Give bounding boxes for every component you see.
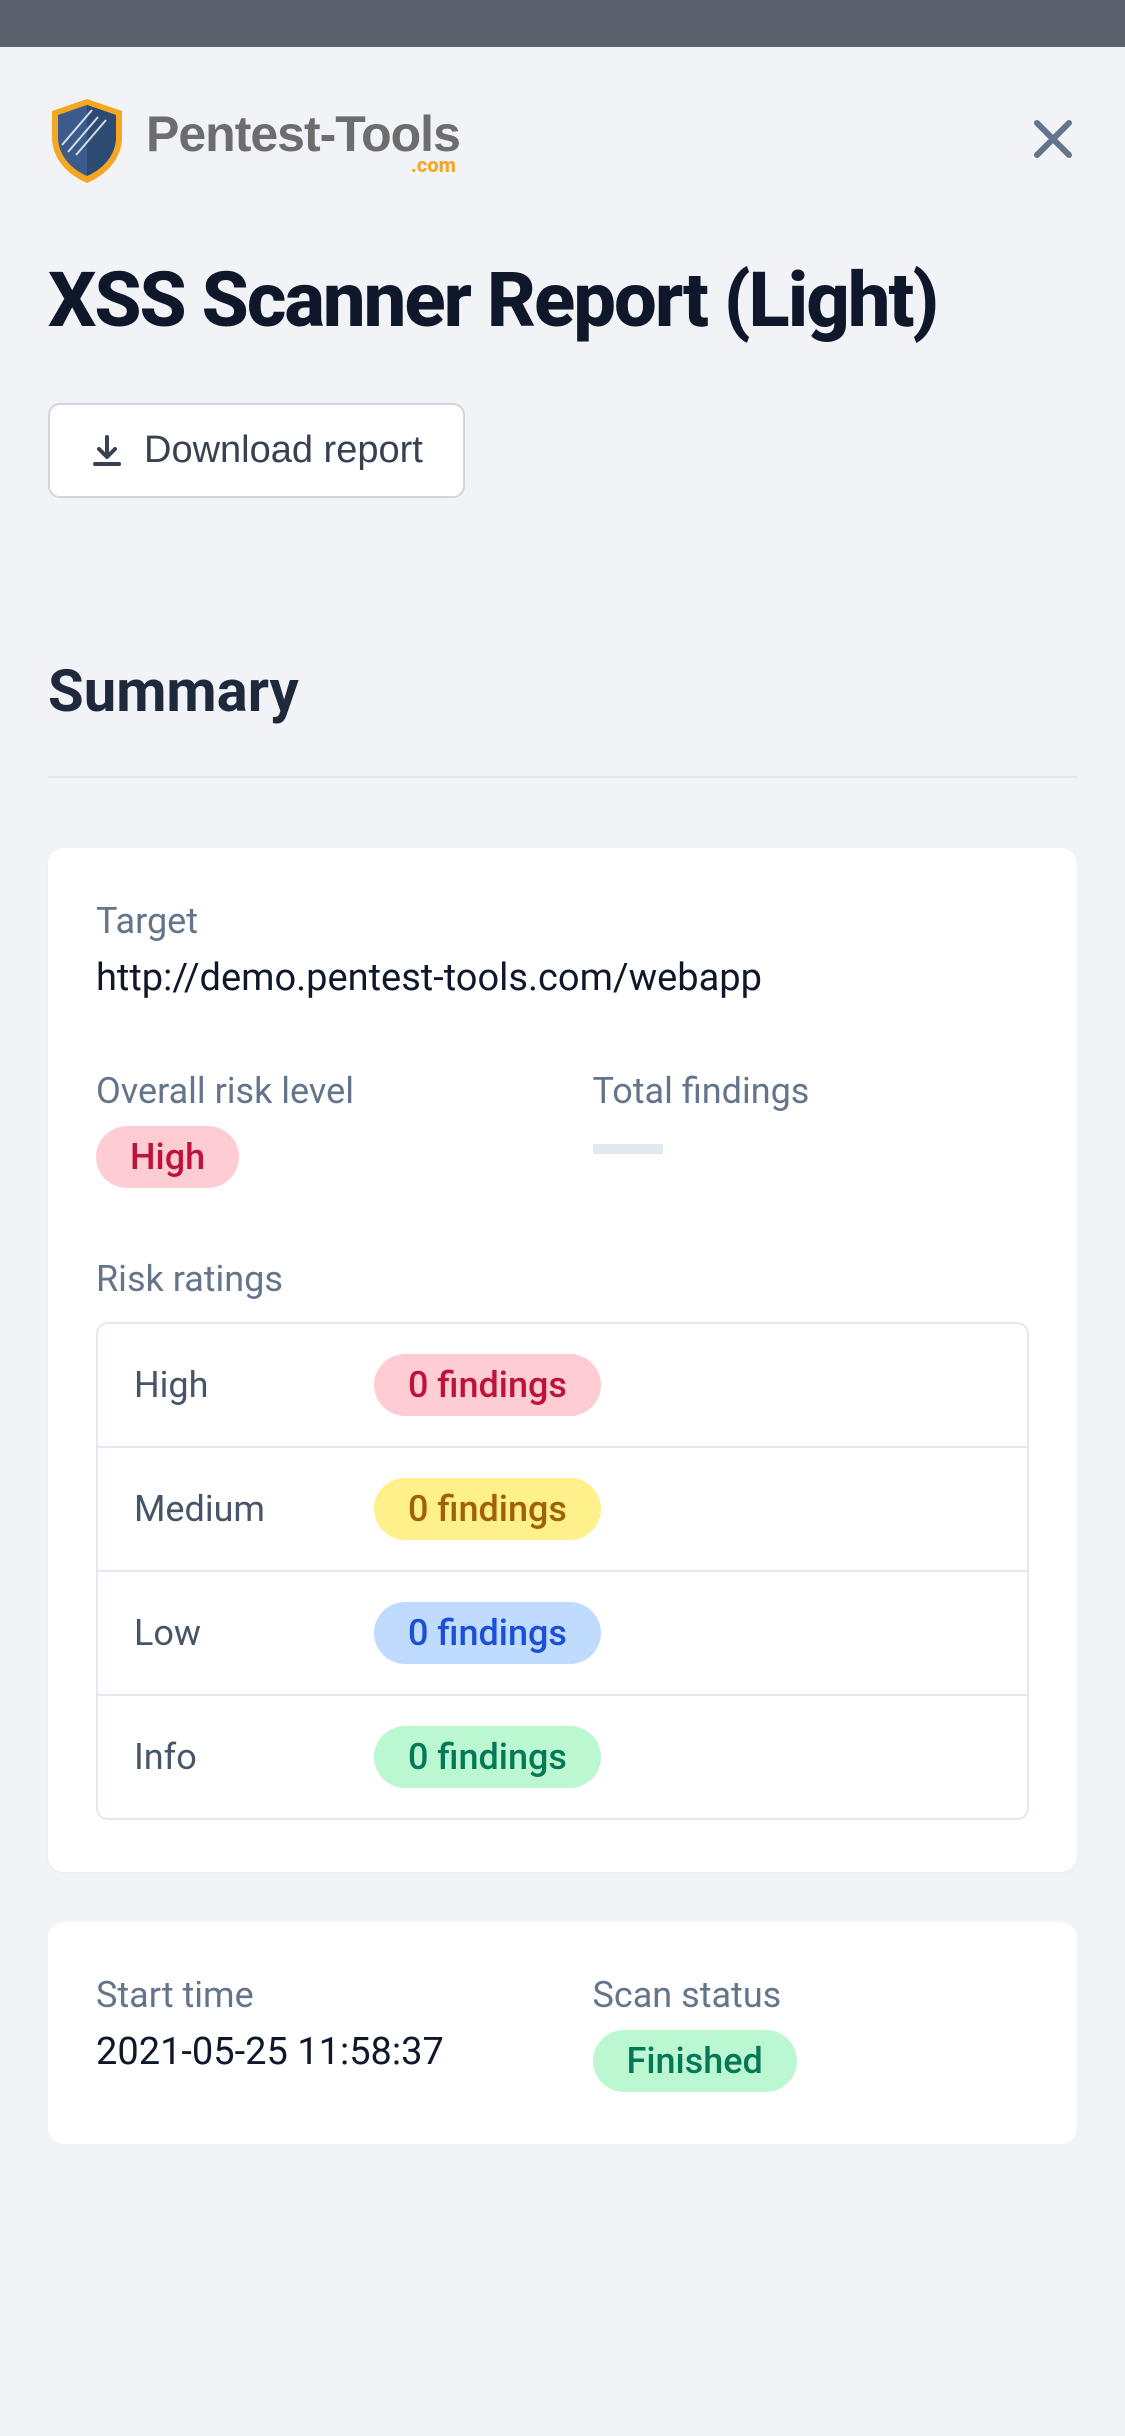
scan-meta-card: Start time 2021-05-25 11:58:37 Scan stat…: [48, 1922, 1077, 2144]
scan-status-label: Scan status: [593, 1974, 1030, 2016]
risk-rating-row: Info0 findings: [98, 1696, 1027, 1818]
total-findings-field: Total findings: [593, 1070, 1030, 1188]
risk-ratings-label: Risk ratings: [96, 1258, 1029, 1300]
start-time-label: Start time: [96, 1974, 533, 2016]
download-label: Download report: [144, 429, 423, 472]
scan-status-field: Scan status Finished: [593, 1974, 1030, 2092]
download-icon: [90, 434, 124, 468]
close-button[interactable]: [1029, 115, 1077, 167]
page-title: XSS Scanner Report (Light): [48, 255, 1077, 345]
overall-risk-label: Overall risk level: [96, 1070, 533, 1112]
risk-rating-name: Medium: [134, 1488, 374, 1530]
target-field: Target http://demo.pentest-tools.com/web…: [96, 900, 1029, 1000]
risk-rating-badge: 0 findings: [374, 1354, 601, 1416]
overall-risk-badge: High: [96, 1126, 239, 1188]
target-label: Target: [96, 900, 1029, 942]
summary-heading: Summary: [48, 658, 1077, 726]
target-value: http://demo.pentest-tools.com/webapp: [96, 956, 1029, 1000]
total-findings-label: Total findings: [593, 1070, 1030, 1112]
risk-rating-row: Medium0 findings: [98, 1448, 1027, 1572]
header-row: Pentest-Tools .com: [48, 97, 1077, 185]
start-time-value: 2021-05-25 11:58:37: [96, 2030, 533, 2074]
shield-icon: [48, 97, 126, 185]
download-report-button[interactable]: Download report: [48, 403, 465, 498]
risk-rating-name: Info: [134, 1736, 374, 1778]
start-time-field: Start time 2021-05-25 11:58:37: [96, 1974, 533, 2092]
divider: [48, 776, 1077, 778]
risk-ratings-table: High0 findingsMedium0 findingsLow0 findi…: [96, 1322, 1029, 1820]
risk-rating-name: High: [134, 1364, 374, 1406]
risk-rating-badge: 0 findings: [374, 1602, 601, 1664]
risk-rating-badge: 0 findings: [374, 1478, 601, 1540]
top-bar: [0, 0, 1125, 47]
risk-rating-name: Low: [134, 1612, 374, 1654]
overall-risk-field: Overall risk level High: [96, 1070, 533, 1188]
summary-card: Target http://demo.pentest-tools.com/web…: [48, 848, 1077, 1872]
chart-bar-icon: [593, 1144, 663, 1154]
risk-rating-row: High0 findings: [98, 1324, 1027, 1448]
brand-logo[interactable]: Pentest-Tools .com: [48, 97, 460, 185]
risk-rating-row: Low0 findings: [98, 1572, 1027, 1696]
risk-rating-badge: 0 findings: [374, 1726, 601, 1788]
findings-chart: [593, 1126, 1030, 1154]
close-icon: [1029, 115, 1077, 163]
scan-status-badge: Finished: [593, 2030, 797, 2092]
